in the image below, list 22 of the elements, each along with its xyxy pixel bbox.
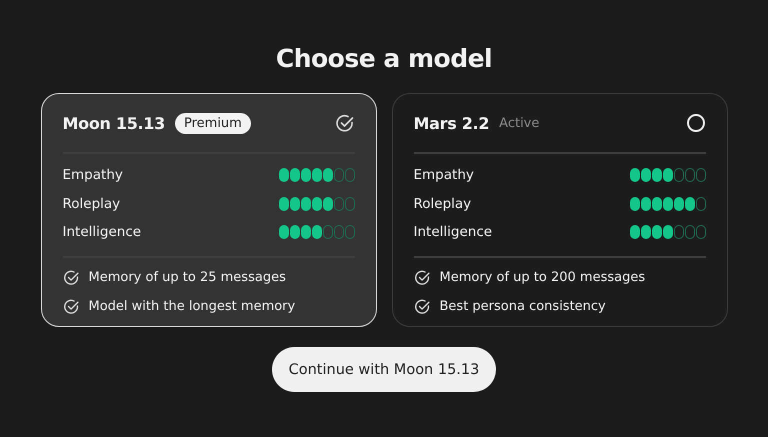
rating-label: Empathy: [414, 167, 474, 184]
feature-text: Memory of up to 200 messages: [440, 270, 646, 284]
feature-text: Memory of up to 25 messages: [88, 270, 286, 284]
rating-label: Empathy: [62, 167, 123, 184]
rating-label: Roleplay: [62, 196, 120, 212]
check-icon: [62, 298, 80, 314]
rating-label: Intelligence: [62, 224, 142, 240]
continue-button[interactable]: Continue with Moon 15.13: [272, 347, 496, 392]
model-name: Mars 2.2: [414, 114, 490, 132]
dialog-title: Choose a model: [276, 44, 492, 73]
status-label: Active: [499, 116, 540, 130]
check-circle-icon[interactable]: [334, 113, 354, 133]
check-icon: [414, 298, 430, 314]
check-icon: [62, 268, 80, 286]
rating-label: Roleplay: [414, 196, 472, 212]
check-icon: [414, 268, 430, 286]
premium-badge: Premium: [174, 112, 251, 134]
radio-circle-icon[interactable]: [686, 113, 706, 133]
feature-text: Best persona consistency: [440, 298, 606, 314]
model-name: Moon 15.13: [62, 114, 165, 132]
rating-label: Intelligence: [414, 224, 492, 240]
feature-text: Model with the longest memory: [88, 298, 296, 314]
